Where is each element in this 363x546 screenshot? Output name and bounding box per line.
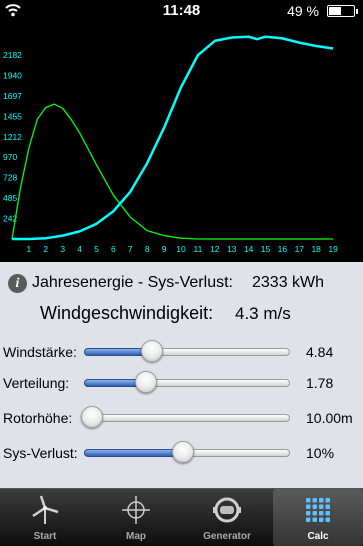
y-tick-label: 1697 bbox=[3, 91, 22, 101]
crosshair-icon bbox=[122, 496, 150, 524]
wind-distribution-curve bbox=[11, 103, 334, 240]
wind-turbine-icon bbox=[32, 495, 59, 524]
x-tick-label: 12 bbox=[210, 244, 220, 254]
x-tick-label: 7 bbox=[128, 244, 133, 254]
x-tick-label: 11 bbox=[193, 244, 202, 254]
y-tick-label: 1940 bbox=[3, 70, 22, 80]
tab-label: Calc bbox=[307, 531, 329, 542]
x-tick-label: 10 bbox=[176, 244, 186, 254]
slider-thumb[interactable] bbox=[134, 371, 157, 393]
y-tick-label: 1455 bbox=[3, 111, 22, 121]
sys-verlust-slider[interactable] bbox=[84, 441, 290, 463]
slider-thumb[interactable] bbox=[140, 340, 163, 362]
x-tick-label: 6 bbox=[111, 244, 116, 254]
x-tick-label: 13 bbox=[227, 244, 237, 254]
generator-icon bbox=[213, 497, 241, 523]
jahresenergie-value: 2333 kWh bbox=[252, 274, 325, 291]
y-tick-label: 485 bbox=[3, 193, 17, 203]
x-tick-label: 2 bbox=[43, 244, 48, 254]
windstaerke-label: Windstärke: bbox=[3, 344, 77, 360]
x-tick-label: 19 bbox=[328, 244, 338, 254]
slider-track bbox=[84, 414, 290, 422]
calc-panel: i Jahresenergie - Sys-Verlust: 2333 kWh … bbox=[0, 262, 363, 488]
x-tick-label: 15 bbox=[261, 244, 271, 254]
calculator-icon bbox=[306, 498, 330, 522]
y-tick-label: 970 bbox=[3, 152, 17, 162]
windstaerke-value: 4.84 bbox=[306, 344, 334, 360]
info-icon[interactable]: i bbox=[8, 274, 27, 293]
x-tick-label: 14 bbox=[244, 244, 254, 254]
tab-label: Generator bbox=[203, 531, 251, 542]
x-tick-label: 16 bbox=[278, 244, 288, 254]
tab-bar: Start Map Generator Calc bbox=[0, 488, 363, 546]
slider-thumb[interactable] bbox=[171, 441, 194, 463]
y-tick-label: 728 bbox=[3, 173, 17, 183]
rotorhoehe-label: Rotorhöhe: bbox=[3, 410, 73, 426]
x-tick-label: 8 bbox=[145, 244, 150, 254]
tab-label: Map bbox=[126, 531, 146, 542]
tab-start[interactable]: Start bbox=[0, 489, 90, 546]
x-tick-label: 9 bbox=[162, 244, 167, 254]
tab-map[interactable]: Map bbox=[91, 489, 181, 546]
slider-track-fill bbox=[84, 449, 183, 457]
slider-thumb[interactable] bbox=[81, 406, 104, 428]
rotorhoehe-slider[interactable] bbox=[81, 406, 290, 428]
wind-energy-chart: 24248572897012121455169719402182 1234567… bbox=[3, 35, 338, 254]
x-tick-label: 17 bbox=[295, 244, 305, 254]
y-tick-label: 2182 bbox=[3, 50, 22, 60]
rotorhoehe-value: 10.00m bbox=[306, 410, 353, 426]
status-bar: 11:48 49 % bbox=[0, 0, 363, 22]
x-tick-label: 5 bbox=[94, 244, 99, 254]
power-curve bbox=[12, 35, 334, 241]
sys-verlust-value: 10% bbox=[306, 445, 335, 461]
tab-calc[interactable]: Calc bbox=[273, 489, 363, 546]
battery-percent: 49 % bbox=[287, 3, 319, 19]
x-tick-label: 3 bbox=[60, 244, 65, 254]
verteilung-slider[interactable] bbox=[84, 371, 290, 393]
x-tick-label: 1 bbox=[27, 244, 32, 254]
x-tick-label: 4 bbox=[77, 244, 82, 254]
jahresenergie-label: Jahresenergie - Sys-Verlust: bbox=[32, 274, 233, 291]
verteilung-value: 1.78 bbox=[306, 375, 334, 391]
sys-verlust-label: Sys-Verlust: bbox=[3, 445, 78, 461]
battery-icon bbox=[327, 5, 358, 17]
tab-label: Start bbox=[33, 531, 57, 542]
tab-generator[interactable]: Generator bbox=[182, 489, 272, 546]
windgeschwindigkeit-label: Windgeschwindigkeit: bbox=[40, 303, 214, 323]
windgeschwindigkeit-value: 4.3 m/s bbox=[235, 304, 291, 323]
x-tick-label: 18 bbox=[311, 244, 321, 254]
windstaerke-slider[interactable] bbox=[84, 340, 290, 362]
verteilung-label: Verteilung: bbox=[3, 375, 70, 391]
y-tick-label: 1212 bbox=[3, 132, 22, 142]
